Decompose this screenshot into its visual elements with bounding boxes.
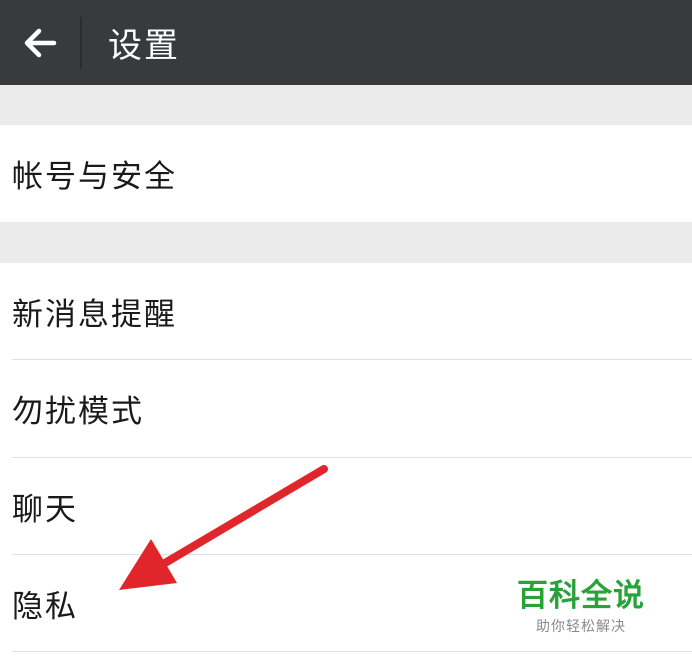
settings-item-label: 隐私	[12, 588, 78, 625]
title-divider	[80, 16, 82, 69]
settings-item-label: 勿扰模式	[12, 394, 144, 430]
section-gap	[0, 85, 692, 125]
settings-item-label: 新消息提醒	[12, 296, 177, 333]
settings-screen: 设置 帐号与安全 新消息提醒 勿扰模式 聊天 隐私 百科全说 助你轻松解决	[0, 0, 692, 670]
back-button[interactable]	[0, 0, 80, 85]
settings-item-label: 聊天	[12, 491, 78, 528]
back-arrow-icon	[24, 28, 57, 57]
row-divider	[12, 651, 692, 652]
section-gap	[0, 222, 692, 263]
settings-item-chat[interactable]: 聊天	[0, 458, 692, 554]
page-title: 设置	[108, 26, 180, 66]
watermark-subtitle: 助你轻松解决	[536, 619, 626, 635]
settings-item-do-not-disturb[interactable]: 勿扰模式	[0, 360, 692, 457]
settings-item-account-security[interactable]: 帐号与安全	[0, 125, 692, 222]
watermark: 百科全说 助你轻松解决	[516, 578, 646, 636]
watermark-title: 百科全说	[517, 578, 645, 614]
settings-item-label: 帐号与安全	[12, 159, 177, 195]
settings-item-new-message-alert[interactable]: 新消息提醒	[0, 263, 692, 359]
title-bar: 设置	[0, 0, 692, 85]
